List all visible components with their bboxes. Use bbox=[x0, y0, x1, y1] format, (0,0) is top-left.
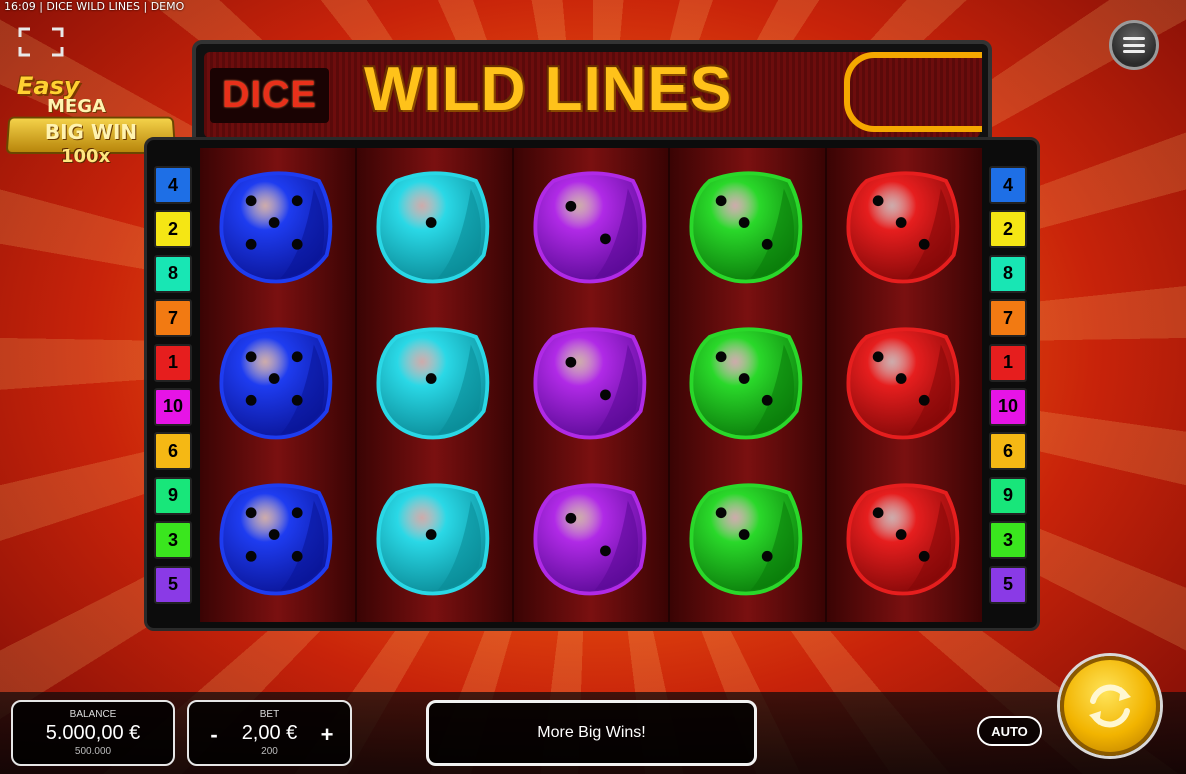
payline-left-10: 10 bbox=[154, 387, 192, 426]
purple-die bbox=[533, 171, 646, 284]
payline-right-8: 8 bbox=[989, 254, 1027, 293]
green-die bbox=[689, 327, 803, 440]
payline-right-7: 7 bbox=[989, 299, 1027, 338]
red-die bbox=[846, 327, 960, 440]
purple-die bbox=[533, 483, 646, 596]
reel-4 bbox=[670, 148, 828, 622]
payline-left-3: 3 bbox=[154, 521, 192, 560]
payline-left-6: 6 bbox=[154, 432, 192, 471]
payline-left-4: 4 bbox=[154, 166, 192, 204]
green-die bbox=[689, 171, 803, 284]
cyan-die bbox=[376, 327, 490, 440]
badge-multiplier-text: 100x bbox=[61, 146, 111, 167]
menu-button[interactable] bbox=[1109, 20, 1159, 70]
balance-credits: 500.000 bbox=[74, 746, 112, 757]
autoplay-button[interactable]: AUTO bbox=[977, 716, 1042, 746]
logo-dice-text: DICE bbox=[210, 68, 329, 123]
payline-right-3: 3 bbox=[989, 521, 1027, 560]
payline-left-7: 7 bbox=[154, 299, 192, 338]
bet-label: BET bbox=[259, 709, 280, 720]
payline-left-8: 8 bbox=[154, 254, 192, 293]
reel-grid bbox=[200, 148, 982, 622]
red-die bbox=[846, 483, 960, 596]
payline-right-6: 6 bbox=[989, 432, 1027, 471]
payline-left-5: 5 bbox=[154, 565, 192, 604]
reel-2 bbox=[356, 148, 514, 622]
red-die bbox=[846, 171, 960, 284]
balance-label: BALANCE bbox=[69, 709, 117, 720]
bet-decrease-button[interactable]: - bbox=[203, 722, 225, 748]
spin-icon bbox=[1089, 684, 1131, 728]
badge-mega-text: MEGA bbox=[47, 96, 106, 117]
payline-right-4: 4 bbox=[989, 166, 1027, 204]
bet-panel: - BET 2,00 € 200 + bbox=[187, 700, 352, 766]
payline-left-2: 2 bbox=[154, 210, 192, 249]
balance-panel: BALANCE 5.000,00 € 500.000 bbox=[11, 700, 175, 766]
payline-right-9: 9 bbox=[989, 476, 1027, 515]
purple-die bbox=[533, 327, 646, 440]
spin-button[interactable] bbox=[1060, 656, 1160, 756]
logo-wild-lines-text: WILD LINES bbox=[364, 55, 733, 124]
green-die bbox=[689, 483, 803, 596]
status-line: 16:09 | DICE WILD LINES | DEMO bbox=[4, 0, 185, 13]
bet-increase-button[interactable]: + bbox=[316, 722, 338, 748]
payline-indicators-right: 4 2 8 7 1 10 6 9 3 5 bbox=[989, 166, 1029, 610]
message-panel: More Big Wins! bbox=[426, 700, 757, 766]
menu-icon bbox=[1123, 37, 1145, 53]
cyan-die bbox=[376, 483, 490, 596]
blue-die bbox=[219, 171, 333, 284]
fullscreen-icon[interactable] bbox=[18, 27, 64, 57]
payline-right-1: 1 bbox=[989, 343, 1027, 382]
badge-big-win-text: BIG WIN bbox=[44, 120, 138, 144]
blue-die bbox=[219, 483, 333, 596]
reel-5 bbox=[827, 148, 982, 622]
payline-right-2: 2 bbox=[989, 210, 1027, 249]
game-logo: DICE WILD LINES bbox=[192, 40, 992, 148]
payline-left-1: 1 bbox=[154, 343, 192, 382]
cyan-die bbox=[376, 171, 490, 284]
balance-value: 5.000,00 € bbox=[45, 722, 141, 744]
reel-3 bbox=[513, 148, 671, 622]
payline-left-9: 9 bbox=[154, 476, 192, 515]
logo-side-display bbox=[844, 52, 982, 132]
payline-right-10: 10 bbox=[989, 387, 1027, 426]
payline-indicators-left: 4 2 8 7 1 10 6 9 3 5 bbox=[154, 166, 194, 610]
payline-right-5: 5 bbox=[989, 565, 1027, 604]
blue-die bbox=[219, 327, 333, 440]
reel-1 bbox=[200, 148, 357, 622]
